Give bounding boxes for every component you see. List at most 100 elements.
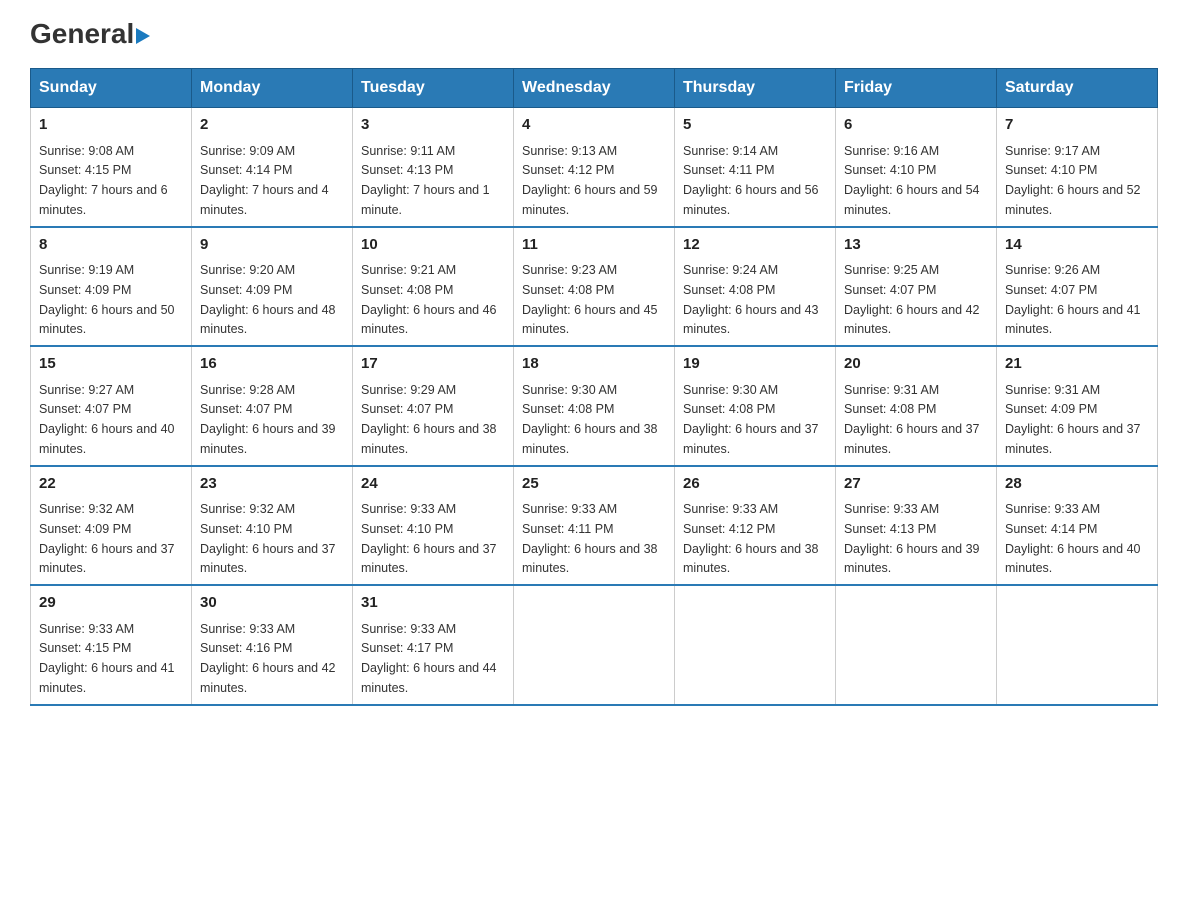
calendar-cell: 26 Sunrise: 9:33 AMSunset: 4:12 PMDaylig… <box>675 466 836 586</box>
header-day-friday: Friday <box>836 69 997 108</box>
day-info: Sunrise: 9:13 AMSunset: 4:12 PMDaylight:… <box>522 144 658 217</box>
calendar-cell: 24 Sunrise: 9:33 AMSunset: 4:10 PMDaylig… <box>353 466 514 586</box>
calendar-cell: 17 Sunrise: 9:29 AMSunset: 4:07 PMDaylig… <box>353 346 514 466</box>
day-info: Sunrise: 9:08 AMSunset: 4:15 PMDaylight:… <box>39 144 168 217</box>
day-number: 29 <box>39 592 183 615</box>
day-number: 6 <box>844 114 988 137</box>
day-info: Sunrise: 9:33 AMSunset: 4:12 PMDaylight:… <box>683 502 819 575</box>
header-day-monday: Monday <box>192 69 353 108</box>
day-info: Sunrise: 9:33 AMSunset: 4:10 PMDaylight:… <box>361 502 497 575</box>
logo-general-text: General <box>30 20 150 48</box>
day-info: Sunrise: 9:32 AMSunset: 4:09 PMDaylight:… <box>39 502 175 575</box>
calendar-cell: 30 Sunrise: 9:33 AMSunset: 4:16 PMDaylig… <box>192 585 353 705</box>
day-number: 27 <box>844 473 988 496</box>
day-number: 8 <box>39 234 183 257</box>
day-info: Sunrise: 9:14 AMSunset: 4:11 PMDaylight:… <box>683 144 819 217</box>
day-info: Sunrise: 9:11 AMSunset: 4:13 PMDaylight:… <box>361 144 490 217</box>
day-info: Sunrise: 9:17 AMSunset: 4:10 PMDaylight:… <box>1005 144 1141 217</box>
header-day-thursday: Thursday <box>675 69 836 108</box>
day-number: 7 <box>1005 114 1149 137</box>
day-info: Sunrise: 9:33 AMSunset: 4:13 PMDaylight:… <box>844 502 980 575</box>
day-info: Sunrise: 9:33 AMSunset: 4:16 PMDaylight:… <box>200 622 336 695</box>
calendar-cell: 2 Sunrise: 9:09 AMSunset: 4:14 PMDayligh… <box>192 108 353 227</box>
day-number: 24 <box>361 473 505 496</box>
calendar-cell: 18 Sunrise: 9:30 AMSunset: 4:08 PMDaylig… <box>514 346 675 466</box>
day-number: 28 <box>1005 473 1149 496</box>
day-number: 19 <box>683 353 827 376</box>
calendar-cell: 14 Sunrise: 9:26 AMSunset: 4:07 PMDaylig… <box>997 227 1158 347</box>
day-number: 26 <box>683 473 827 496</box>
day-number: 30 <box>200 592 344 615</box>
day-info: Sunrise: 9:31 AMSunset: 4:08 PMDaylight:… <box>844 383 980 456</box>
day-number: 3 <box>361 114 505 137</box>
calendar-cell: 8 Sunrise: 9:19 AMSunset: 4:09 PMDayligh… <box>31 227 192 347</box>
day-info: Sunrise: 9:20 AMSunset: 4:09 PMDaylight:… <box>200 263 336 336</box>
page-header: General <box>30 20 1158 48</box>
calendar-cell: 4 Sunrise: 9:13 AMSunset: 4:12 PMDayligh… <box>514 108 675 227</box>
day-info: Sunrise: 9:24 AMSunset: 4:08 PMDaylight:… <box>683 263 819 336</box>
day-info: Sunrise: 9:19 AMSunset: 4:09 PMDaylight:… <box>39 263 175 336</box>
day-number: 11 <box>522 234 666 257</box>
day-number: 5 <box>683 114 827 137</box>
day-number: 15 <box>39 353 183 376</box>
day-info: Sunrise: 9:21 AMSunset: 4:08 PMDaylight:… <box>361 263 497 336</box>
day-number: 17 <box>361 353 505 376</box>
calendar-cell: 6 Sunrise: 9:16 AMSunset: 4:10 PMDayligh… <box>836 108 997 227</box>
header-day-saturday: Saturday <box>997 69 1158 108</box>
calendar-cell: 15 Sunrise: 9:27 AMSunset: 4:07 PMDaylig… <box>31 346 192 466</box>
calendar-cell: 1 Sunrise: 9:08 AMSunset: 4:15 PMDayligh… <box>31 108 192 227</box>
day-info: Sunrise: 9:16 AMSunset: 4:10 PMDaylight:… <box>844 144 980 217</box>
calendar-cell: 3 Sunrise: 9:11 AMSunset: 4:13 PMDayligh… <box>353 108 514 227</box>
calendar-cell <box>836 585 997 705</box>
calendar-header-row: SundayMondayTuesdayWednesdayThursdayFrid… <box>31 69 1158 108</box>
header-day-tuesday: Tuesday <box>353 69 514 108</box>
day-number: 31 <box>361 592 505 615</box>
day-number: 9 <box>200 234 344 257</box>
calendar-week-row: 15 Sunrise: 9:27 AMSunset: 4:07 PMDaylig… <box>31 346 1158 466</box>
header-day-wednesday: Wednesday <box>514 69 675 108</box>
day-number: 12 <box>683 234 827 257</box>
day-info: Sunrise: 9:26 AMSunset: 4:07 PMDaylight:… <box>1005 263 1141 336</box>
day-info: Sunrise: 9:25 AMSunset: 4:07 PMDaylight:… <box>844 263 980 336</box>
logo: General <box>30 20 150 48</box>
day-info: Sunrise: 9:33 AMSunset: 4:15 PMDaylight:… <box>39 622 175 695</box>
calendar-cell: 13 Sunrise: 9:25 AMSunset: 4:07 PMDaylig… <box>836 227 997 347</box>
day-info: Sunrise: 9:33 AMSunset: 4:14 PMDaylight:… <box>1005 502 1141 575</box>
calendar-cell: 19 Sunrise: 9:30 AMSunset: 4:08 PMDaylig… <box>675 346 836 466</box>
day-number: 16 <box>200 353 344 376</box>
day-number: 21 <box>1005 353 1149 376</box>
day-info: Sunrise: 9:27 AMSunset: 4:07 PMDaylight:… <box>39 383 175 456</box>
calendar-week-row: 29 Sunrise: 9:33 AMSunset: 4:15 PMDaylig… <box>31 585 1158 705</box>
header-day-sunday: Sunday <box>31 69 192 108</box>
day-number: 23 <box>200 473 344 496</box>
calendar-cell: 20 Sunrise: 9:31 AMSunset: 4:08 PMDaylig… <box>836 346 997 466</box>
calendar-cell <box>514 585 675 705</box>
calendar-week-row: 8 Sunrise: 9:19 AMSunset: 4:09 PMDayligh… <box>31 227 1158 347</box>
day-info: Sunrise: 9:28 AMSunset: 4:07 PMDaylight:… <box>200 383 336 456</box>
calendar-cell: 31 Sunrise: 9:33 AMSunset: 4:17 PMDaylig… <box>353 585 514 705</box>
calendar-cell: 27 Sunrise: 9:33 AMSunset: 4:13 PMDaylig… <box>836 466 997 586</box>
calendar-week-row: 22 Sunrise: 9:32 AMSunset: 4:09 PMDaylig… <box>31 466 1158 586</box>
calendar-cell: 5 Sunrise: 9:14 AMSunset: 4:11 PMDayligh… <box>675 108 836 227</box>
day-info: Sunrise: 9:23 AMSunset: 4:08 PMDaylight:… <box>522 263 658 336</box>
calendar-cell: 23 Sunrise: 9:32 AMSunset: 4:10 PMDaylig… <box>192 466 353 586</box>
calendar-cell: 9 Sunrise: 9:20 AMSunset: 4:09 PMDayligh… <box>192 227 353 347</box>
day-number: 14 <box>1005 234 1149 257</box>
day-info: Sunrise: 9:29 AMSunset: 4:07 PMDaylight:… <box>361 383 497 456</box>
calendar-cell: 28 Sunrise: 9:33 AMSunset: 4:14 PMDaylig… <box>997 466 1158 586</box>
calendar-cell: 21 Sunrise: 9:31 AMSunset: 4:09 PMDaylig… <box>997 346 1158 466</box>
calendar-cell <box>675 585 836 705</box>
day-info: Sunrise: 9:33 AMSunset: 4:17 PMDaylight:… <box>361 622 497 695</box>
day-info: Sunrise: 9:30 AMSunset: 4:08 PMDaylight:… <box>522 383 658 456</box>
day-number: 18 <box>522 353 666 376</box>
calendar-cell: 7 Sunrise: 9:17 AMSunset: 4:10 PMDayligh… <box>997 108 1158 227</box>
day-info: Sunrise: 9:32 AMSunset: 4:10 PMDaylight:… <box>200 502 336 575</box>
day-number: 1 <box>39 114 183 137</box>
day-number: 20 <box>844 353 988 376</box>
calendar-cell: 29 Sunrise: 9:33 AMSunset: 4:15 PMDaylig… <box>31 585 192 705</box>
calendar-cell: 10 Sunrise: 9:21 AMSunset: 4:08 PMDaylig… <box>353 227 514 347</box>
day-number: 10 <box>361 234 505 257</box>
calendar-cell <box>997 585 1158 705</box>
calendar-cell: 22 Sunrise: 9:32 AMSunset: 4:09 PMDaylig… <box>31 466 192 586</box>
day-info: Sunrise: 9:30 AMSunset: 4:08 PMDaylight:… <box>683 383 819 456</box>
